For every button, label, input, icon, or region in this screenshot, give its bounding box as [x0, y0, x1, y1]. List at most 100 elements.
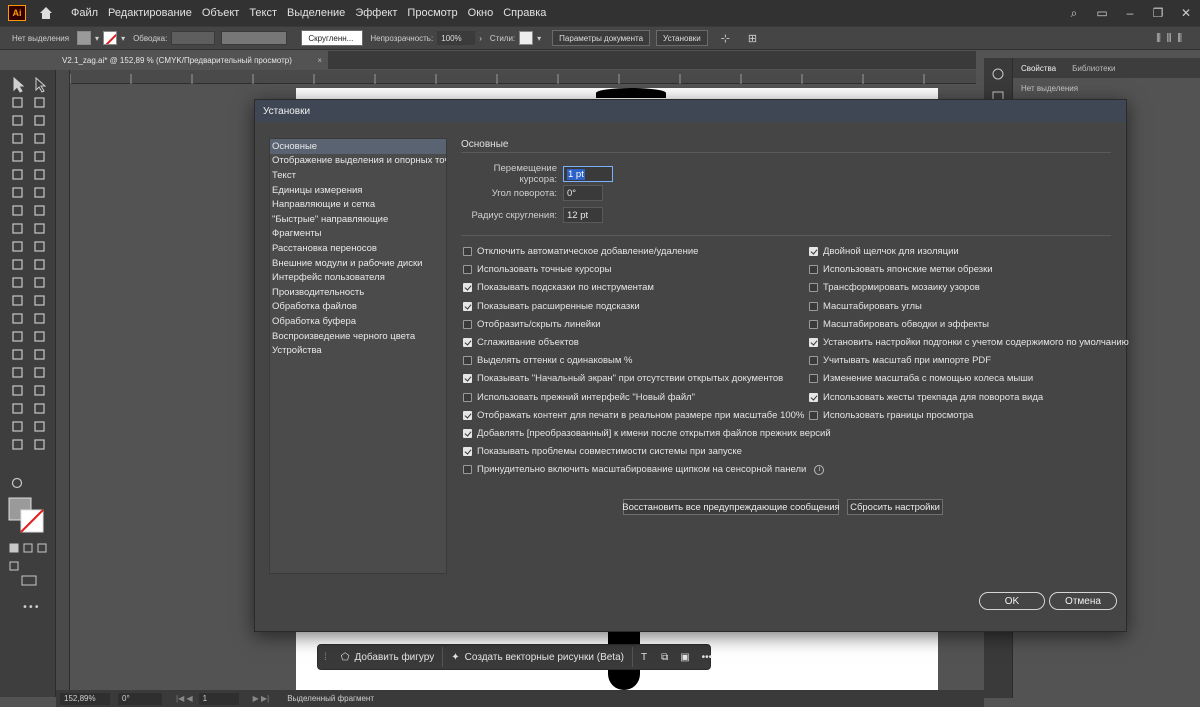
menu-item[interactable]: Файл [66, 7, 103, 19]
tab-libraries[interactable]: Библиотеки [1064, 64, 1123, 73]
brush-profile-dropdown[interactable]: Скругленн... [301, 30, 364, 46]
chevron-down-icon[interactable]: ▾ [121, 34, 125, 43]
drag-handle-icon[interactable]: ⁞ [324, 652, 327, 663]
checkbox[interactable] [463, 374, 472, 384]
checkbox[interactable] [463, 247, 472, 256]
checkbox[interactable] [809, 301, 818, 311]
nav-item[interactable]: Отображение выделения и опорных точек [270, 154, 446, 169]
checkbox-row[interactable]: Установить настройки подгонки с учетом с… [809, 337, 1129, 348]
nav-item[interactable]: Расстановка переносов [270, 241, 446, 256]
reset-preferences-button[interactable]: Сбросить настройки [847, 499, 943, 515]
preferences-button[interactable]: Установки [656, 30, 708, 46]
close-icon[interactable]: ✕ [1172, 0, 1200, 26]
checkbox-row[interactable]: Масштабировать углы [809, 301, 922, 312]
panel-toggle-icon[interactable]: ⫼⫼⫼ [1156, 33, 1188, 44]
cursor-move-input[interactable]: 1 pt [563, 166, 613, 182]
document-tab[interactable]: V2.1_zag.ai* @ 152,89 % (CMYK/Предварите… [56, 51, 328, 69]
checkbox[interactable] [463, 338, 472, 347]
menu-item[interactable]: Окно [463, 7, 499, 19]
maximize-icon[interactable]: ❐ [1144, 0, 1172, 26]
menu-item[interactable]: Справка [498, 7, 551, 19]
menu-item[interactable]: Редактирование [103, 7, 197, 19]
horizontal-ruler[interactable] [69, 70, 976, 84]
nav-item[interactable]: Воспроизведение черного цвета [270, 329, 446, 344]
checkbox-row[interactable]: Учитывать масштаб при импорте PDF [809, 355, 991, 366]
align-icon[interactable]: ⊹ [721, 32, 730, 45]
checkbox[interactable] [809, 392, 818, 402]
checkbox-row[interactable]: Показывать расширенные подсказки [463, 301, 640, 312]
more-icon[interactable]: ••• [702, 652, 713, 663]
checkbox-row[interactable]: Принудительно включить масштабирование щ… [463, 464, 825, 475]
checkbox-row[interactable]: Двойной щелчок для изоляции [809, 246, 959, 257]
checkbox[interactable] [463, 447, 472, 457]
stroke-swatch[interactable] [103, 31, 118, 45]
menu-item[interactable]: Текст [244, 7, 282, 19]
checkbox[interactable] [463, 301, 472, 311]
nav-item[interactable]: Обработка буфера [270, 314, 446, 329]
chevron-right-icon[interactable]: › [479, 34, 482, 43]
checkbox[interactable] [463, 356, 472, 366]
artboard-nav-icon[interactable]: |◀ ◀ [176, 694, 193, 703]
text-icon[interactable]: T [641, 652, 647, 663]
checkbox-row[interactable]: Использовать японские метки обрезки [809, 264, 993, 275]
menu-item[interactable]: Эффект [350, 7, 402, 19]
nav-item[interactable]: Направляющие и сетка [270, 197, 446, 212]
checkbox-row[interactable]: Использовать жесты трекпада для поворота… [809, 392, 1043, 403]
checkbox[interactable] [809, 338, 818, 347]
reset-warnings-button[interactable]: Восстановить все предупреждающие сообщен… [622, 499, 840, 515]
checkbox[interactable] [809, 247, 818, 256]
checkbox[interactable] [463, 410, 472, 420]
graphic-style-swatch[interactable] [519, 31, 534, 45]
checkbox-row[interactable]: Показывать проблемы совместимости систем… [463, 446, 742, 457]
vertical-ruler[interactable] [56, 70, 70, 690]
zoom-field[interactable]: 152,89% [60, 692, 110, 705]
chevron-down-icon[interactable]: ▾ [537, 34, 541, 43]
minimize-icon[interactable]: – [1116, 0, 1144, 26]
rotation-field[interactable]: 0° [118, 692, 162, 705]
checkbox[interactable] [463, 465, 472, 475]
checkbox-row[interactable]: Использовать точные курсоры [463, 264, 611, 275]
checkbox[interactable] [809, 319, 818, 329]
rotation-input[interactable]: 0° [563, 185, 603, 201]
checkbox-row[interactable]: Использовать прежний интерфейс "Новый фа… [463, 392, 695, 403]
add-shape-button[interactable]: ⬠ Добавить фигуру [333, 647, 444, 667]
checkbox[interactable] [809, 283, 818, 293]
artboard-options-icon[interactable]: ⊞ [748, 32, 757, 45]
checkbox[interactable] [463, 392, 472, 402]
variable-width-field[interactable] [221, 31, 288, 45]
checkbox[interactable] [463, 265, 472, 275]
info-icon[interactable]: i [814, 464, 825, 475]
nav-item[interactable]: Интерфейс пользователя [270, 270, 446, 285]
checkbox-row[interactable]: Выделять оттенки с одинаковым % [463, 355, 633, 366]
checkbox[interactable] [809, 356, 818, 366]
close-tab-icon[interactable]: × [317, 56, 322, 65]
fill-swatch[interactable] [77, 31, 92, 45]
artboard-nav-next-icon[interactable]: ▶ ▶| [253, 694, 270, 703]
nav-item[interactable]: Внешние модули и рабочие диски [270, 256, 446, 271]
nav-item[interactable]: Текст [270, 168, 446, 183]
nav-item[interactable]: Обработка файлов [270, 300, 446, 315]
checkbox-row[interactable]: Масштабировать обводки и эффекты [809, 319, 989, 330]
image-icon[interactable]: ▣ [680, 652, 689, 663]
checkbox-row[interactable]: Добавлять [преобразованный] к имени посл… [463, 428, 831, 439]
checkbox-row[interactable]: Отобразить/скрыть линейки [463, 319, 601, 330]
home-icon[interactable] [38, 5, 54, 21]
stroke-weight-field[interactable] [171, 31, 216, 45]
menu-item[interactable]: Выделение [282, 7, 350, 19]
checkbox-row[interactable]: Трансформировать мозаику узоров [809, 282, 980, 293]
nav-item[interactable]: Фрагменты [270, 227, 446, 242]
document-settings-button[interactable]: Параметры документа [552, 30, 651, 46]
checkbox[interactable] [809, 265, 818, 275]
checkbox-row[interactable]: Показывать "Начальный экран" при отсутст… [463, 373, 783, 384]
nav-item[interactable]: Основные [270, 139, 446, 154]
workspace-icon[interactable]: ▭ [1088, 0, 1116, 26]
crop-icon[interactable]: ⧉ [661, 652, 668, 663]
checkbox-row[interactable]: Изменение масштаба с помощью колеса мыши [809, 373, 1033, 384]
checkbox-row[interactable]: Отображать контент для печати в реальном… [463, 410, 804, 421]
artboard-field[interactable]: 1 [198, 692, 239, 705]
checkbox-row[interactable]: Отключить автоматическое добавление/удал… [463, 246, 698, 257]
menu-item[interactable]: Объект [197, 7, 244, 19]
create-vectors-button[interactable]: ✦ Создать векторные рисунки (Beta) [443, 647, 633, 667]
artwork-shape-top[interactable] [596, 88, 666, 98]
checkbox[interactable] [463, 429, 472, 438]
